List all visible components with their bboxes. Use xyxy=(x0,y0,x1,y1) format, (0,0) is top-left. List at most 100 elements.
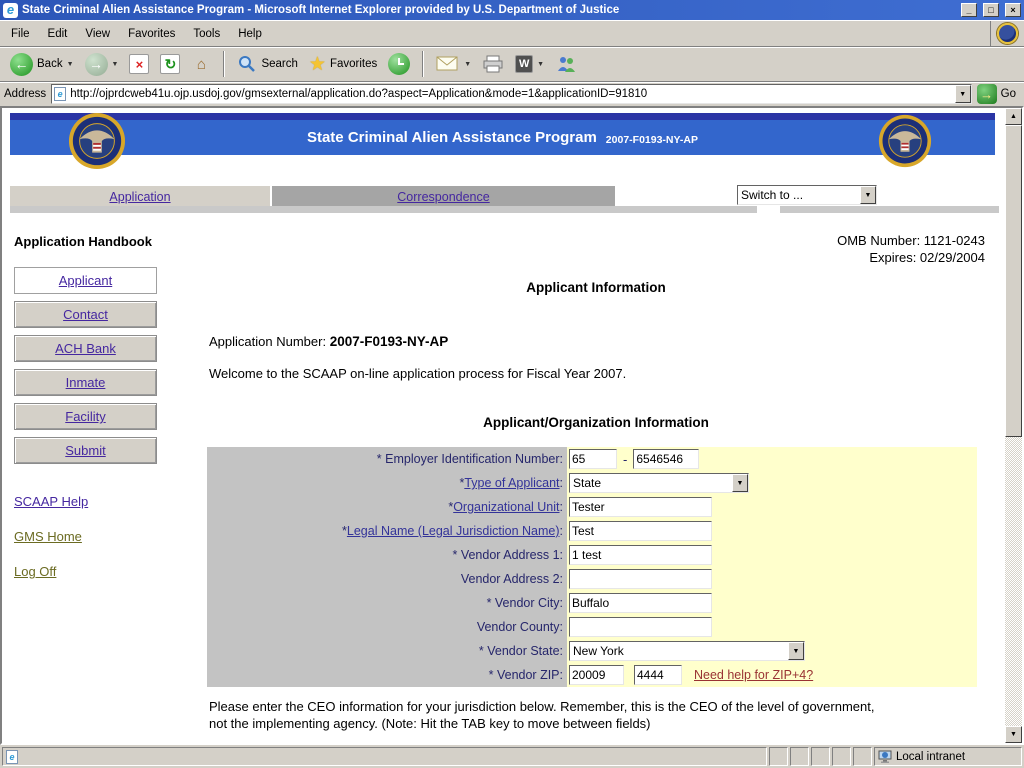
type-dropdown-icon[interactable]: ▼ xyxy=(732,474,748,492)
forward-dropdown-icon[interactable]: ▼ xyxy=(112,61,119,68)
main-content: OMB Number: 1121-0243 Expires: 02/29/200… xyxy=(207,108,985,743)
edit-with-word-button[interactable]: W ▼ xyxy=(511,53,548,75)
legal-name-input[interactable] xyxy=(569,521,712,541)
page-icon: e xyxy=(54,87,66,101)
menu-help[interactable]: Help xyxy=(229,25,271,43)
ein-part1-input[interactable] xyxy=(569,449,617,469)
vendor-zip4-input[interactable] xyxy=(634,665,682,685)
omb-number: OMB Number: 1121-0243 xyxy=(837,232,985,249)
organizational-unit-link[interactable]: Organizational Unit xyxy=(453,500,559,514)
menu-favorites[interactable]: Favorites xyxy=(119,25,184,43)
address-dropdown-icon[interactable]: ▼ xyxy=(955,85,971,103)
status-pane xyxy=(790,747,809,766)
mail-dropdown-icon[interactable]: ▼ xyxy=(464,61,471,68)
vertical-scrollbar[interactable]: ▲ ▼ xyxy=(1005,108,1022,743)
back-dropdown-icon[interactable]: ▼ xyxy=(67,61,74,68)
restore-button[interactable]: □ xyxy=(983,3,999,17)
menu-file[interactable]: File xyxy=(2,25,39,43)
vendor-city-input[interactable] xyxy=(569,593,712,613)
back-button[interactable]: ← Back ▼ xyxy=(6,51,78,78)
favorites-button[interactable]: ★ Favorites xyxy=(305,51,381,78)
menu-bar: File Edit View Favorites Tools Help xyxy=(0,20,1024,46)
applicant-link[interactable]: Applicant xyxy=(59,273,112,288)
status-pane xyxy=(811,747,830,766)
browser-window: e State Criminal Alien Assistance Progra… xyxy=(0,0,1024,768)
address1-value-cell xyxy=(567,543,977,567)
type-of-applicant-label: *Type of Applicant: xyxy=(207,471,567,495)
ein-separator: - xyxy=(623,452,627,467)
contact-link[interactable]: Contact xyxy=(63,307,108,322)
word-icon: W xyxy=(515,55,533,73)
menu-edit[interactable]: Edit xyxy=(39,25,77,43)
gms-home-link[interactable]: GMS Home xyxy=(14,529,82,544)
print-button[interactable] xyxy=(478,53,508,75)
application-number-line: Application Number: 2007-F0193-NY-AP xyxy=(209,334,448,349)
stop-button[interactable]: × xyxy=(125,52,153,76)
vendor-address2-input[interactable] xyxy=(569,569,712,589)
sidebar-item-facility[interactable]: Facility xyxy=(14,403,157,430)
ein-part2-input[interactable] xyxy=(633,449,699,469)
messenger-button[interactable] xyxy=(551,53,581,75)
legal-name-label: *Legal Name (Legal Jurisdiction Name): xyxy=(207,519,567,543)
scrollbar-thumb[interactable] xyxy=(1005,125,1022,437)
menu-view[interactable]: View xyxy=(76,25,119,43)
search-button[interactable]: Search xyxy=(233,52,301,76)
form-row-org-unit: *Organizational Unit: xyxy=(207,495,977,519)
county-value-cell xyxy=(567,615,977,639)
vendor-zip-input[interactable] xyxy=(569,665,624,685)
scroll-down-icon[interactable]: ▼ xyxy=(1005,726,1022,743)
label-colon: : xyxy=(560,476,563,490)
home-button[interactable]: ⌂ xyxy=(187,52,215,76)
refresh-icon: ↻ xyxy=(160,54,180,74)
zip-help-link[interactable]: Need help for ZIP+4? xyxy=(694,668,813,682)
type-of-applicant-link[interactable]: Type of Applicant xyxy=(464,476,559,490)
organizational-unit-input[interactable] xyxy=(569,497,712,517)
address-label: Address xyxy=(4,88,46,100)
address-bar: Address e http://ojprdcweb41u.ojp.usdoj.… xyxy=(0,81,1024,106)
close-button[interactable]: × xyxy=(1005,3,1021,17)
sidebar-item-applicant[interactable]: Applicant xyxy=(14,267,157,294)
form-row-zip: * Vendor ZIP: Need help for ZIP+4? xyxy=(207,663,977,687)
history-button[interactable] xyxy=(384,51,414,77)
state-dropdown-icon[interactable]: ▼ xyxy=(788,642,804,660)
sidebar-item-inmate[interactable]: Inmate xyxy=(14,369,157,396)
sidebar-item-contact[interactable]: Contact xyxy=(14,301,157,328)
submit-link[interactable]: Submit xyxy=(65,443,105,458)
vendor-address1-label: * Vendor Address 1: xyxy=(207,543,567,567)
vendor-county-input[interactable] xyxy=(569,617,712,637)
address-url[interactable]: http://ojprdcweb41u.ojp.usdoj.gov/gmsext… xyxy=(66,88,954,100)
security-zone-pane: Local intranet xyxy=(874,747,1022,766)
ach-bank-link[interactable]: ACH Bank xyxy=(55,341,116,356)
search-label: Search xyxy=(261,58,297,70)
welcome-text: Welcome to the SCAAP on-line application… xyxy=(209,366,626,381)
facility-link[interactable]: Facility xyxy=(65,409,105,424)
vendor-address1-input[interactable] xyxy=(569,545,712,565)
log-off-link[interactable]: Log Off xyxy=(14,564,56,579)
inmate-link[interactable]: Inmate xyxy=(66,375,106,390)
word-dropdown-icon[interactable]: ▼ xyxy=(537,61,544,68)
legal-name-value-cell xyxy=(567,519,977,543)
scaap-help-link[interactable]: SCAAP Help xyxy=(14,494,88,509)
mail-button[interactable]: ▼ xyxy=(432,54,475,74)
history-icon xyxy=(388,53,410,75)
scroll-up-icon[interactable]: ▲ xyxy=(1005,108,1022,125)
address-field[interactable]: e http://ojprdcweb41u.ojp.usdoj.gov/gmse… xyxy=(51,84,971,104)
vendor-city-label: * Vendor City: xyxy=(207,591,567,615)
sidebar-item-submit[interactable]: Submit xyxy=(14,437,157,464)
go-arrow-icon: → xyxy=(977,84,997,104)
menu-tools[interactable]: Tools xyxy=(184,25,229,43)
vendor-state-select[interactable]: New York ▼ xyxy=(569,641,805,661)
forward-button[interactable]: → ▼ xyxy=(81,51,123,78)
minimize-button[interactable]: _ xyxy=(961,3,977,17)
toolbar: ← Back ▼ → ▼ × ↻ ⌂ Search ★ Favorites xyxy=(0,46,1024,81)
type-of-applicant-select[interactable]: State ▼ xyxy=(569,473,749,493)
sidebar-item-ach-bank[interactable]: ACH Bank xyxy=(14,335,157,362)
go-button[interactable]: → Go xyxy=(977,84,1020,104)
refresh-button[interactable]: ↻ xyxy=(156,52,184,76)
legal-name-link[interactable]: Legal Name (Legal Jurisdiction Name) xyxy=(347,524,560,538)
window-title: State Criminal Alien Assistance Program … xyxy=(22,4,955,16)
label-colon: : xyxy=(560,500,563,514)
favorites-label: Favorites xyxy=(330,58,377,70)
tab-application-link[interactable]: Application xyxy=(109,190,170,204)
browser-viewport: State Criminal Alien Assistance Program … xyxy=(0,106,1024,745)
